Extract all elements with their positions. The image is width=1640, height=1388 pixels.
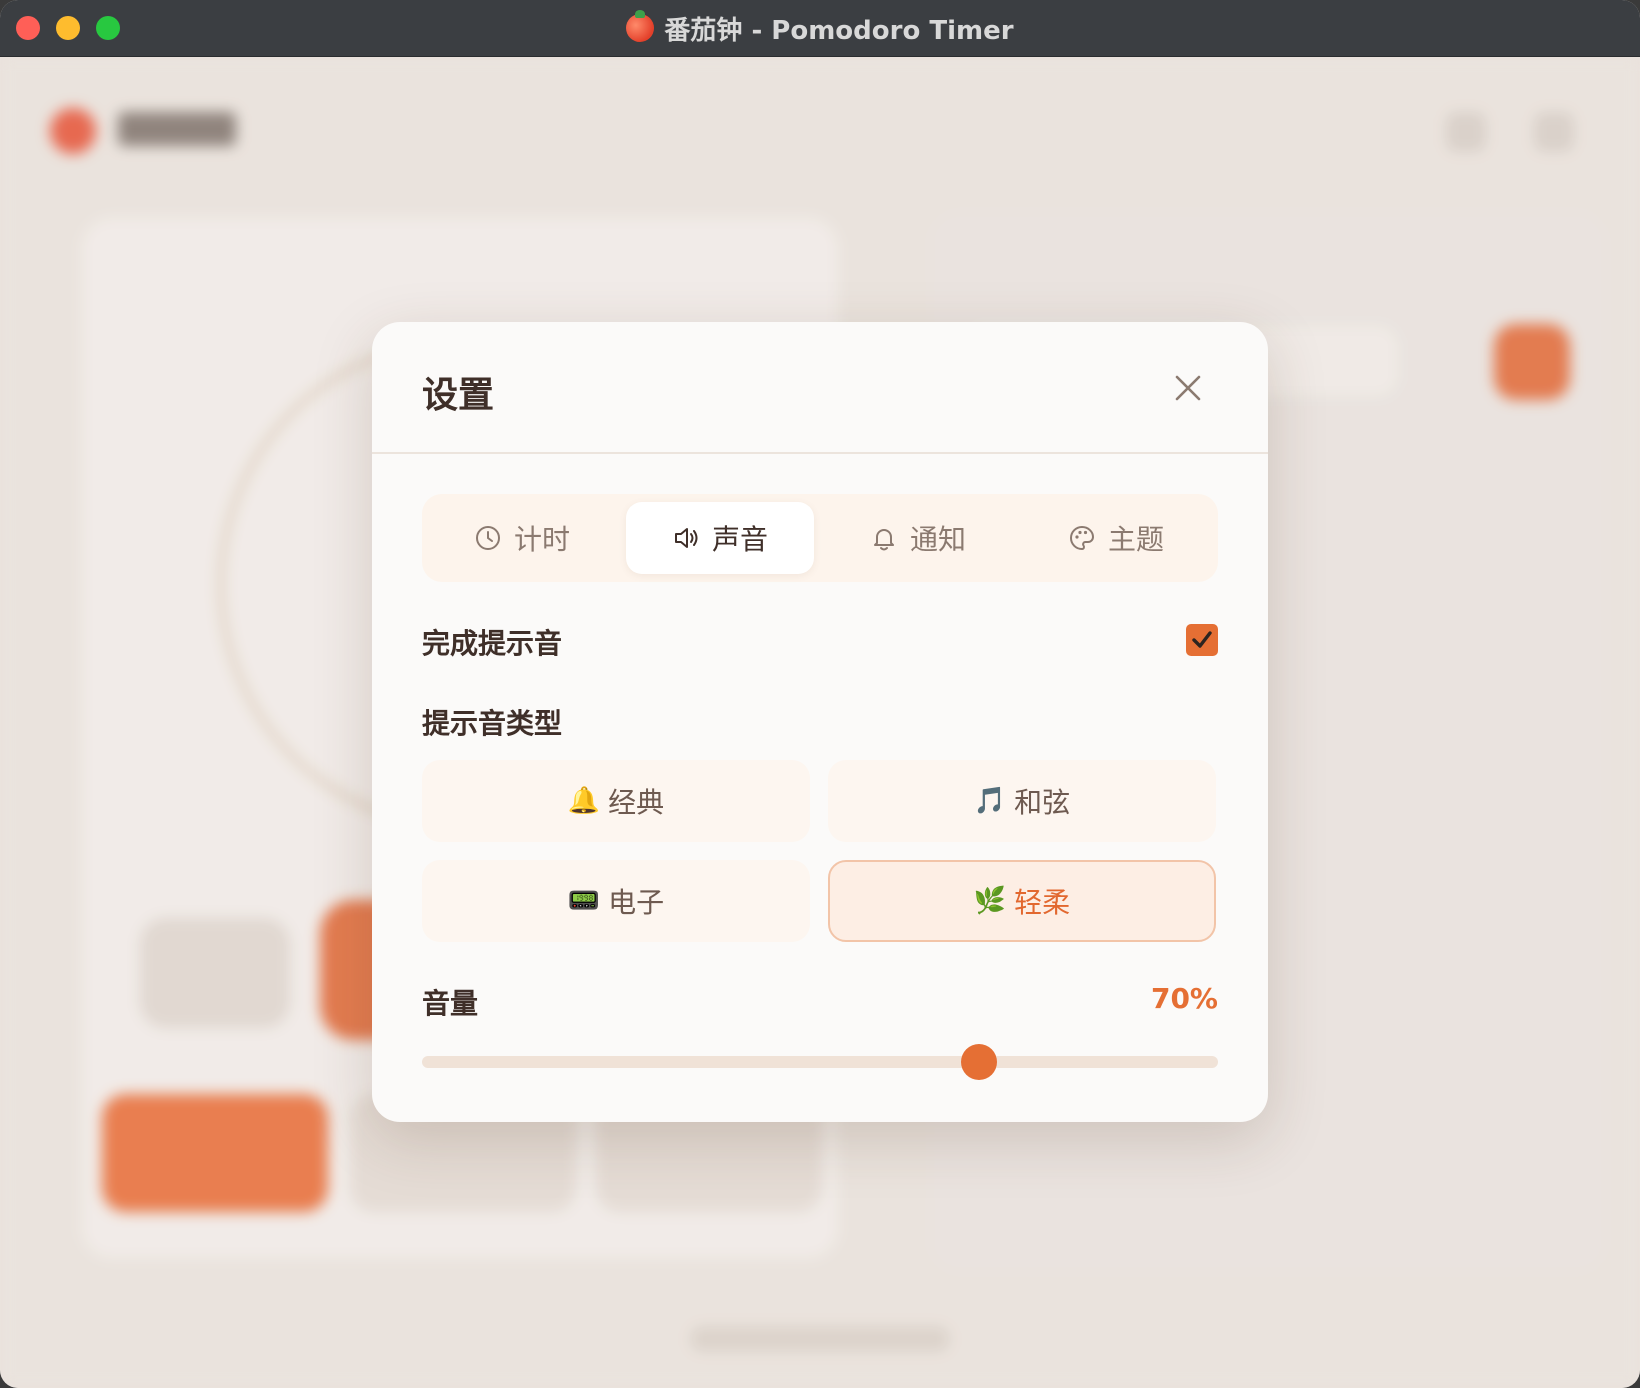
checkmark-icon [1192,631,1212,648]
music-note-icon: 🎵 [973,786,1007,816]
volume-label: 音量 [422,987,479,1020]
close-button[interactable] [1162,362,1214,414]
speaker-icon [674,528,698,548]
completion-sound-checkbox[interactable] [1186,624,1218,656]
sound-option-label: 轻柔 [1014,886,1071,919]
sound-option-chord[interactable]: 🎵 和弦 [828,760,1216,842]
herb-icon: 🌿 [973,886,1007,916]
modal-header: 设置 [372,322,1268,454]
tomato-icon [626,10,655,42]
sound-option-label: 和弦 [1014,786,1071,819]
volume-value: 70% [1150,982,1218,1015]
completion-sound-label: 完成提示音 [422,627,563,660]
palette-icon [1070,525,1094,551]
tab-sound[interactable]: 声音 [626,502,814,574]
close-icon [1175,375,1201,401]
pager-icon: 📟 [567,886,601,916]
tab-sound-label: 声音 [711,523,768,556]
clock-icon [475,526,500,550]
bell-icon [873,529,894,551]
modal-title: 设置 [422,375,495,416]
tab-theme[interactable]: 主题 [1022,502,1210,574]
bell-emoji-icon: 🔔 [567,786,601,816]
app-window: 番茄钟 - Pomodoro Timer 设置 计时 声音 通知 主题 完成提示… [0,0,1640,1388]
tab-timer-label: 计时 [513,523,570,556]
sound-option-soft[interactable]: 🌿 轻柔 [828,860,1216,942]
window-title-group: 番茄钟 - Pomodoro Timer [0,0,1640,56]
tab-timer[interactable]: 计时 [428,502,616,574]
settings-tabs: 计时 声音 通知 主题 [422,494,1218,582]
title-bar: 番茄钟 - Pomodoro Timer [0,0,1640,57]
window-title: 番茄钟 - Pomodoro Timer [664,15,1014,46]
sound-option-label: 电子 [608,886,665,919]
tab-notification[interactable]: 通知 [824,502,1012,574]
tab-notification-label: 通知 [909,523,966,556]
tab-theme-label: 主题 [1107,523,1164,556]
sound-option-label: 经典 [608,786,665,819]
settings-modal: 设置 计时 声音 通知 主题 完成提示音 提示音类型 🔔 经典 🎵 和弦 📟 电… [372,322,1268,1122]
sound-type-label: 提示音类型 [422,707,563,740]
volume-slider-track[interactable] [422,1056,1218,1068]
sound-option-electronic[interactable]: 📟 电子 [422,860,810,942]
volume-slider-thumb[interactable] [961,1044,998,1080]
sound-option-classic[interactable]: 🔔 经典 [422,760,810,842]
